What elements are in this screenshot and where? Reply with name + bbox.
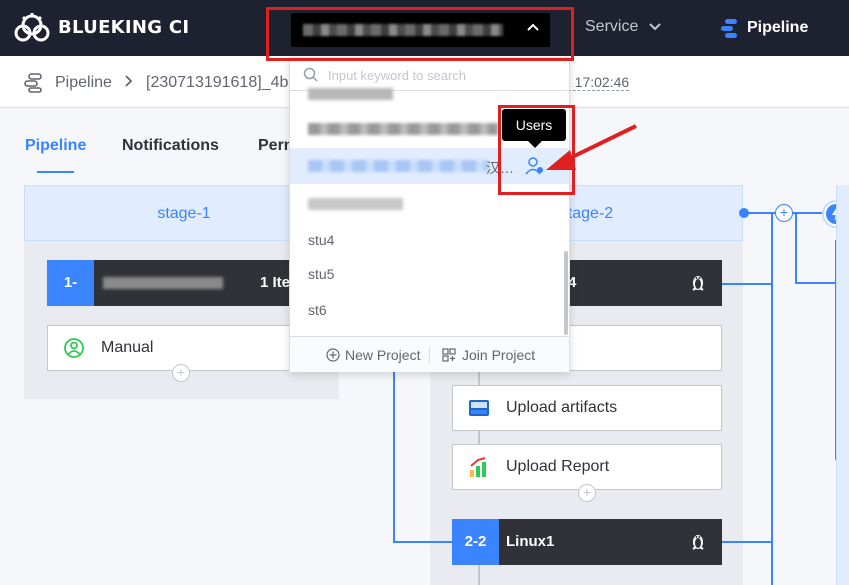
divider — [429, 347, 430, 363]
atom-upload-artifacts[interactable]: Upload artifacts — [452, 385, 722, 431]
annotation-arrow-icon — [546, 124, 637, 170]
linux-penguin-icon — [692, 535, 704, 550]
breadcrumb-current-pipeline[interactable]: [230713191618]_4b — [146, 74, 288, 92]
add-stage-button[interactable]: + — [775, 204, 793, 222]
blurred-job-name — [103, 277, 223, 289]
active-tab-indicator — [37, 171, 74, 173]
brand-name: BLUEKING CI — [58, 16, 190, 38]
project-list-item[interactable]: stu4 — [290, 222, 569, 258]
breadcrumb-pipeline-link[interactable]: Pipeline — [55, 74, 112, 92]
flow-line — [722, 541, 772, 543]
dropdown-scrollbar[interactable] — [564, 251, 568, 335]
job-label: Linux1 — [506, 533, 555, 550]
connector — [478, 565, 480, 585]
project-list-item[interactable]: stu5 — [290, 256, 569, 292]
flow-line — [771, 213, 773, 585]
pipeline-icon — [721, 19, 737, 38]
join-project-button[interactable]: Join Project — [442, 347, 535, 363]
job-1-1-header[interactable]: 1- 1 Ite — [47, 260, 307, 306]
dropdown-footer: New Project Join Project — [290, 336, 569, 372]
linux-penguin-icon — [692, 276, 704, 291]
atom-label: Manual — [101, 339, 154, 356]
blueking-logo[interactable]: BLUEKING CI — [12, 11, 189, 43]
service-label: Service — [585, 18, 639, 35]
manual-review-icon — [64, 338, 84, 358]
job-2-2-header[interactable]: 2-2 Linux1 — [452, 519, 722, 565]
last-modified-time[interactable]: 2 17:02:46 — [563, 74, 630, 91]
new-project-label: New Project — [345, 347, 421, 363]
flow-dot — [739, 208, 749, 218]
project-list-item[interactable]: st6 — [290, 292, 569, 328]
flow-line — [795, 213, 797, 283]
job-number: 2-2 — [452, 519, 499, 565]
service-menu[interactable]: Service — [585, 18, 661, 36]
grid-add-icon — [442, 348, 456, 362]
project-name: st6 — [308, 302, 327, 318]
tab-pipeline[interactable]: Pipeline — [25, 137, 86, 155]
chevron-right-icon — [124, 73, 134, 94]
chevron-down-icon — [649, 20, 661, 34]
pipeline-nav-label: Pipeline — [747, 19, 809, 36]
stage-3-column — [836, 185, 849, 585]
connector — [478, 371, 480, 385]
add-atom-button[interactable]: + — [172, 364, 190, 382]
plus-circle-icon — [326, 348, 340, 362]
job-number: 1- — [47, 260, 94, 306]
blurred-project-name — [308, 198, 403, 210]
blurred-project-name — [308, 160, 488, 172]
upload-artifacts-icon — [469, 400, 489, 416]
flow-line — [393, 541, 452, 543]
flow-line — [722, 283, 772, 285]
new-project-button[interactable]: New Project — [326, 347, 420, 363]
pipeline-nav-link[interactable]: Pipeline — [719, 17, 808, 39]
upload-report-icon — [470, 457, 486, 477]
job-label: 1 Ite — [260, 274, 291, 291]
blurred-project-name — [308, 123, 498, 135]
project-name: stu5 — [308, 266, 335, 282]
join-project-label: Join Project — [462, 347, 536, 363]
add-atom-button[interactable]: + — [578, 484, 596, 502]
pipeline-breadcrumb-icon — [24, 73, 42, 93]
tab-notifications[interactable]: Notifications — [122, 137, 219, 155]
atom-label: Upload Report — [506, 458, 610, 475]
atom-label: Upload artifacts — [506, 399, 618, 416]
blueking-logo-icon — [14, 13, 50, 42]
project-list-item[interactable] — [290, 82, 569, 104]
project-name: stu4 — [308, 232, 335, 248]
annotation-box-project-selector — [266, 7, 574, 61]
search-icon — [303, 67, 318, 82]
stage-1-label: stage-1 — [157, 205, 211, 222]
blurred-project-name — [308, 88, 393, 100]
connector — [478, 431, 480, 444]
